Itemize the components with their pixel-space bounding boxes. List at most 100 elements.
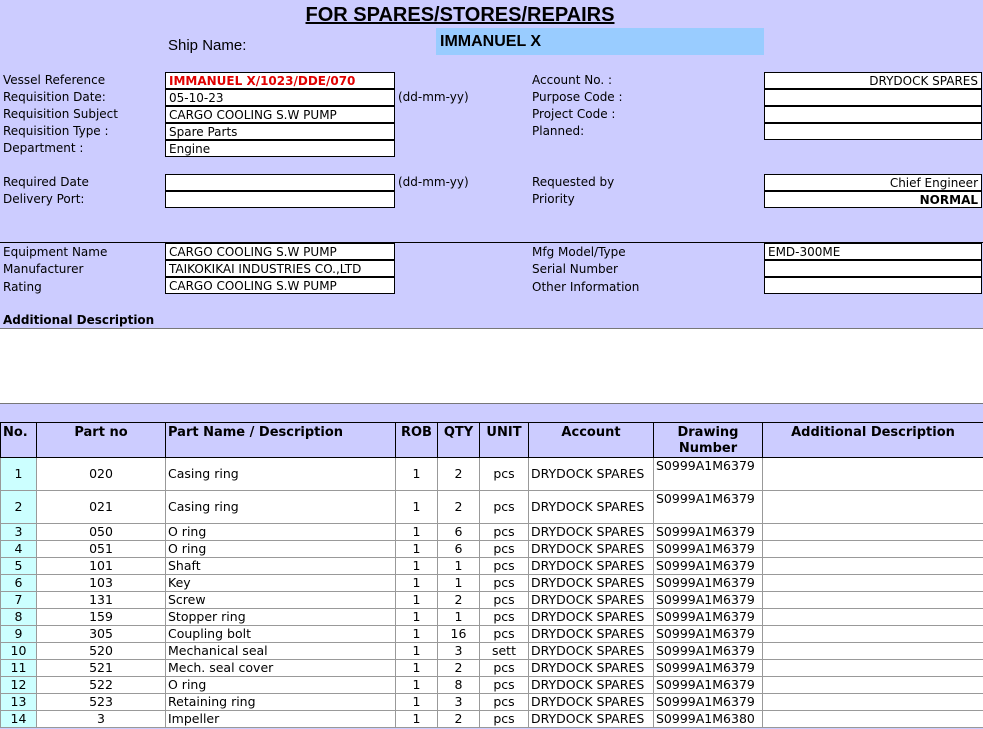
row-unit[interactable]: pcs <box>479 523 529 541</box>
row-qty[interactable]: 1 <box>437 557 480 575</box>
row-part-no[interactable]: 131 <box>36 591 166 609</box>
row-qty[interactable]: 3 <box>437 693 480 711</box>
row-account[interactable]: DRYDOCK SPARES <box>528 608 654 626</box>
row-account[interactable]: DRYDOCK SPARES <box>528 574 654 592</box>
row-qty[interactable]: 2 <box>437 490 480 524</box>
planned-field[interactable] <box>764 123 982 140</box>
row-no[interactable]: 12 <box>0 676 37 694</box>
row-account[interactable]: DRYDOCK SPARES <box>528 490 654 524</box>
row-no[interactable]: 5 <box>0 557 37 575</box>
row-qty[interactable]: 1 <box>437 608 480 626</box>
row-account[interactable]: DRYDOCK SPARES <box>528 591 654 609</box>
row-account[interactable]: DRYDOCK SPARES <box>528 540 654 558</box>
row-part-no[interactable]: 021 <box>36 490 166 524</box>
row-additional-description[interactable] <box>762 540 983 558</box>
row-rob[interactable]: 1 <box>395 490 438 524</box>
purpose-code-field[interactable] <box>764 89 982 106</box>
row-qty[interactable]: 3 <box>437 642 480 660</box>
row-drawing-number[interactable]: S0999A1M6379 <box>653 608 763 626</box>
other-information-field[interactable] <box>764 277 982 294</box>
equipment-name-field[interactable]: CARGO COOLING S.W PUMP <box>165 243 395 260</box>
row-no[interactable]: 6 <box>0 574 37 592</box>
row-part-name[interactable]: Key <box>165 574 396 592</box>
row-rob[interactable]: 1 <box>395 557 438 575</box>
row-qty[interactable]: 2 <box>437 591 480 609</box>
row-part-name[interactable]: Coupling bolt <box>165 625 396 643</box>
row-unit[interactable]: pcs <box>479 625 529 643</box>
row-unit[interactable]: pcs <box>479 608 529 626</box>
row-unit[interactable]: sett <box>479 642 529 660</box>
row-drawing-number[interactable]: S0999A1M6379 <box>653 540 763 558</box>
row-unit[interactable]: pcs <box>479 676 529 694</box>
row-qty[interactable]: 2 <box>437 659 480 677</box>
row-part-no[interactable]: 305 <box>36 625 166 643</box>
row-qty[interactable]: 1 <box>437 574 480 592</box>
additional-description-field[interactable] <box>0 328 983 404</box>
row-no[interactable]: 3 <box>0 523 37 541</box>
row-account[interactable]: DRYDOCK SPARES <box>528 642 654 660</box>
mfg-model-field[interactable]: EMD-300ME <box>764 243 982 260</box>
row-unit[interactable]: pcs <box>479 710 529 728</box>
requisition-subject-field[interactable]: CARGO COOLING S.W PUMP <box>165 106 395 123</box>
row-account[interactable]: DRYDOCK SPARES <box>528 557 654 575</box>
row-additional-description[interactable] <box>762 642 983 660</box>
row-part-no[interactable]: 103 <box>36 574 166 592</box>
priority-field[interactable]: NORMAL <box>764 191 982 208</box>
row-additional-description[interactable] <box>762 490 983 524</box>
row-unit[interactable]: pcs <box>479 574 529 592</box>
row-rob[interactable]: 1 <box>395 625 438 643</box>
serial-number-field[interactable] <box>764 260 982 277</box>
row-additional-description[interactable] <box>762 523 983 541</box>
row-no[interactable]: 10 <box>0 642 37 660</box>
row-part-no[interactable]: 522 <box>36 676 166 694</box>
row-part-name[interactable]: Mechanical seal <box>165 642 396 660</box>
row-additional-description[interactable] <box>762 676 983 694</box>
row-no[interactable]: 9 <box>0 625 37 643</box>
row-rob[interactable]: 1 <box>395 659 438 677</box>
row-no[interactable]: 4 <box>0 540 37 558</box>
vessel-reference-field[interactable]: IMMANUEL X/1023/DDE/070 <box>165 72 395 89</box>
row-part-no[interactable]: 521 <box>36 659 166 677</box>
row-account[interactable]: DRYDOCK SPARES <box>528 659 654 677</box>
row-additional-description[interactable] <box>762 710 983 728</box>
row-drawing-number[interactable]: S0999A1M6379 <box>653 591 763 609</box>
row-qty[interactable]: 16 <box>437 625 480 643</box>
row-part-name[interactable]: Casing ring <box>165 490 396 524</box>
row-drawing-number[interactable]: S0999A1M6379 <box>653 659 763 677</box>
requisition-type-field[interactable]: Spare Parts <box>165 123 395 140</box>
row-additional-description[interactable] <box>762 557 983 575</box>
row-drawing-number[interactable]: S0999A1M6379 <box>653 574 763 592</box>
row-rob[interactable]: 1 <box>395 710 438 728</box>
row-part-no[interactable]: 050 <box>36 523 166 541</box>
row-rob[interactable]: 1 <box>395 693 438 711</box>
row-rob[interactable]: 1 <box>395 523 438 541</box>
row-part-no[interactable]: 523 <box>36 693 166 711</box>
row-part-no[interactable]: 159 <box>36 608 166 626</box>
account-no-field[interactable]: DRYDOCK SPARES <box>764 72 982 89</box>
row-additional-description[interactable] <box>762 574 983 592</box>
row-account[interactable]: DRYDOCK SPARES <box>528 693 654 711</box>
row-unit[interactable]: pcs <box>479 591 529 609</box>
row-drawing-number[interactable]: S0999A1M6379 <box>653 457 763 491</box>
row-no[interactable]: 1 <box>0 457 37 491</box>
row-unit[interactable]: pcs <box>479 457 529 491</box>
row-part-name[interactable]: Impeller <box>165 710 396 728</box>
row-part-name[interactable]: O ring <box>165 540 396 558</box>
row-drawing-number[interactable]: S0999A1M6379 <box>653 523 763 541</box>
row-part-name[interactable]: Casing ring <box>165 457 396 491</box>
row-no[interactable]: 13 <box>0 693 37 711</box>
row-qty[interactable]: 6 <box>437 523 480 541</box>
row-rob[interactable]: 1 <box>395 591 438 609</box>
row-account[interactable]: DRYDOCK SPARES <box>528 710 654 728</box>
row-account[interactable]: DRYDOCK SPARES <box>528 625 654 643</box>
row-additional-description[interactable] <box>762 659 983 677</box>
row-unit[interactable]: pcs <box>479 693 529 711</box>
row-drawing-number[interactable]: S0999A1M6379 <box>653 642 763 660</box>
requisition-date-field[interactable]: 05-10-23 <box>165 89 395 106</box>
row-account[interactable]: DRYDOCK SPARES <box>528 523 654 541</box>
row-rob[interactable]: 1 <box>395 540 438 558</box>
row-rob[interactable]: 1 <box>395 642 438 660</box>
row-drawing-number[interactable]: S0999A1M6379 <box>653 490 763 524</box>
row-part-name[interactable]: O ring <box>165 676 396 694</box>
row-part-no[interactable]: 520 <box>36 642 166 660</box>
